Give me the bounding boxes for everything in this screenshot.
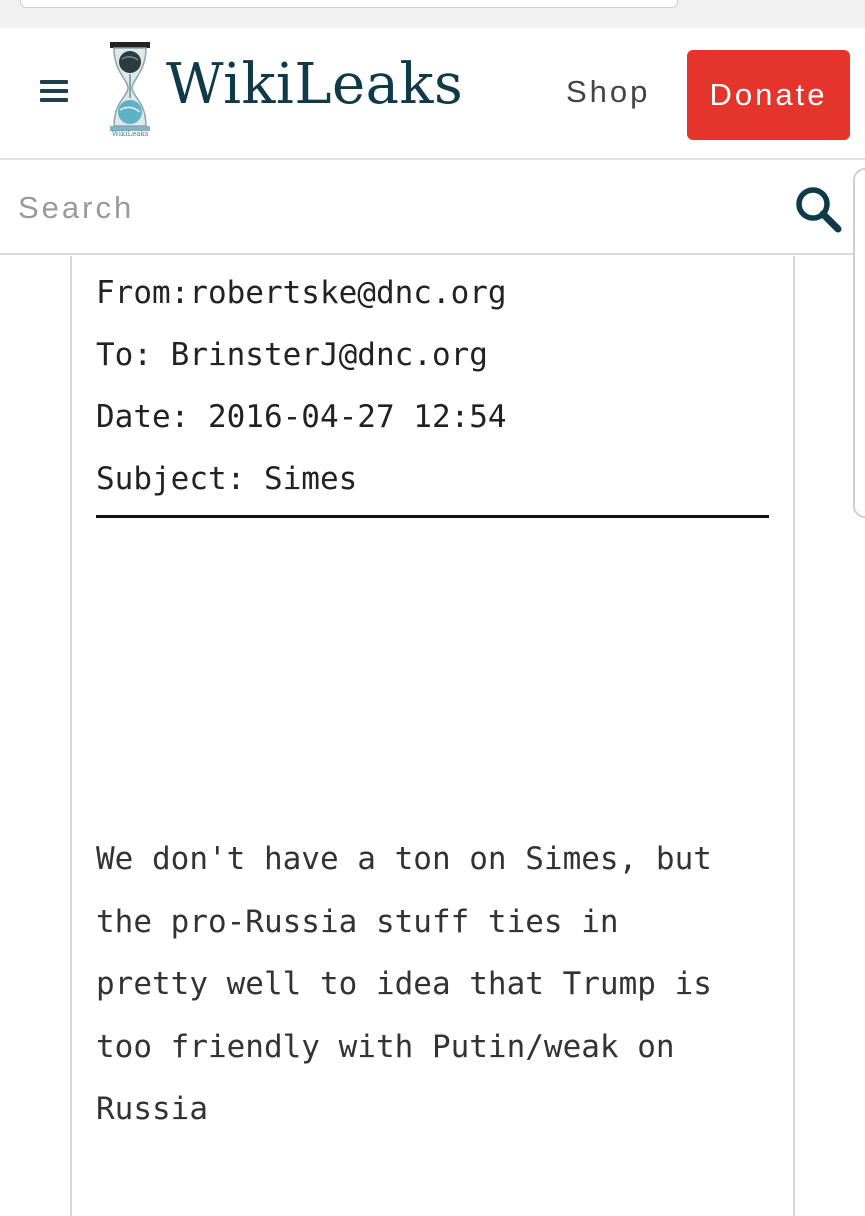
wikileaks-logo[interactable]: WikiLeaks [106,38,154,138]
email-body-line: Russia [96,1091,208,1127]
email-to: To: BrinsterJ@dnc.org [96,337,488,373]
search-icon[interactable] [794,185,842,233]
site-header: WikiLeaks WikiLeaks Shop Donate [0,28,865,160]
side-scroll-handle[interactable] [853,168,865,518]
search-input[interactable] [0,161,780,255]
site-title[interactable]: WikiLeaks [166,50,463,120]
email-date: Date: 2016-04-27 12:54 [96,399,507,435]
email-from: From:robertske@dnc.org [96,275,507,311]
email-subject: Subject: Simes [96,461,358,497]
email-header: From:robertske@dnc.org To: BrinsterJ@dnc… [96,262,507,510]
donate-button[interactable]: Donate [687,50,850,140]
browser-top-strip [0,0,865,28]
shop-link[interactable]: Shop [566,72,650,112]
email-body-line: too friendly with Putin/weak on [96,1028,675,1065]
address-bar[interactable] [20,0,678,8]
hamburger-menu-icon[interactable] [36,76,74,106]
search-bar [0,161,865,255]
header-divider [96,515,769,518]
email-body-line: pretty well to idea that Trump is [96,966,712,1002]
logo-caption: WikiLeaks [112,130,149,138]
email-body: We don't have a ton on Simes, but the pr… [96,828,776,1141]
email-body-line: We don't have a ton on Simes, but [96,841,712,877]
email-body-line: the pro-Russia stuff ties in [96,903,619,940]
